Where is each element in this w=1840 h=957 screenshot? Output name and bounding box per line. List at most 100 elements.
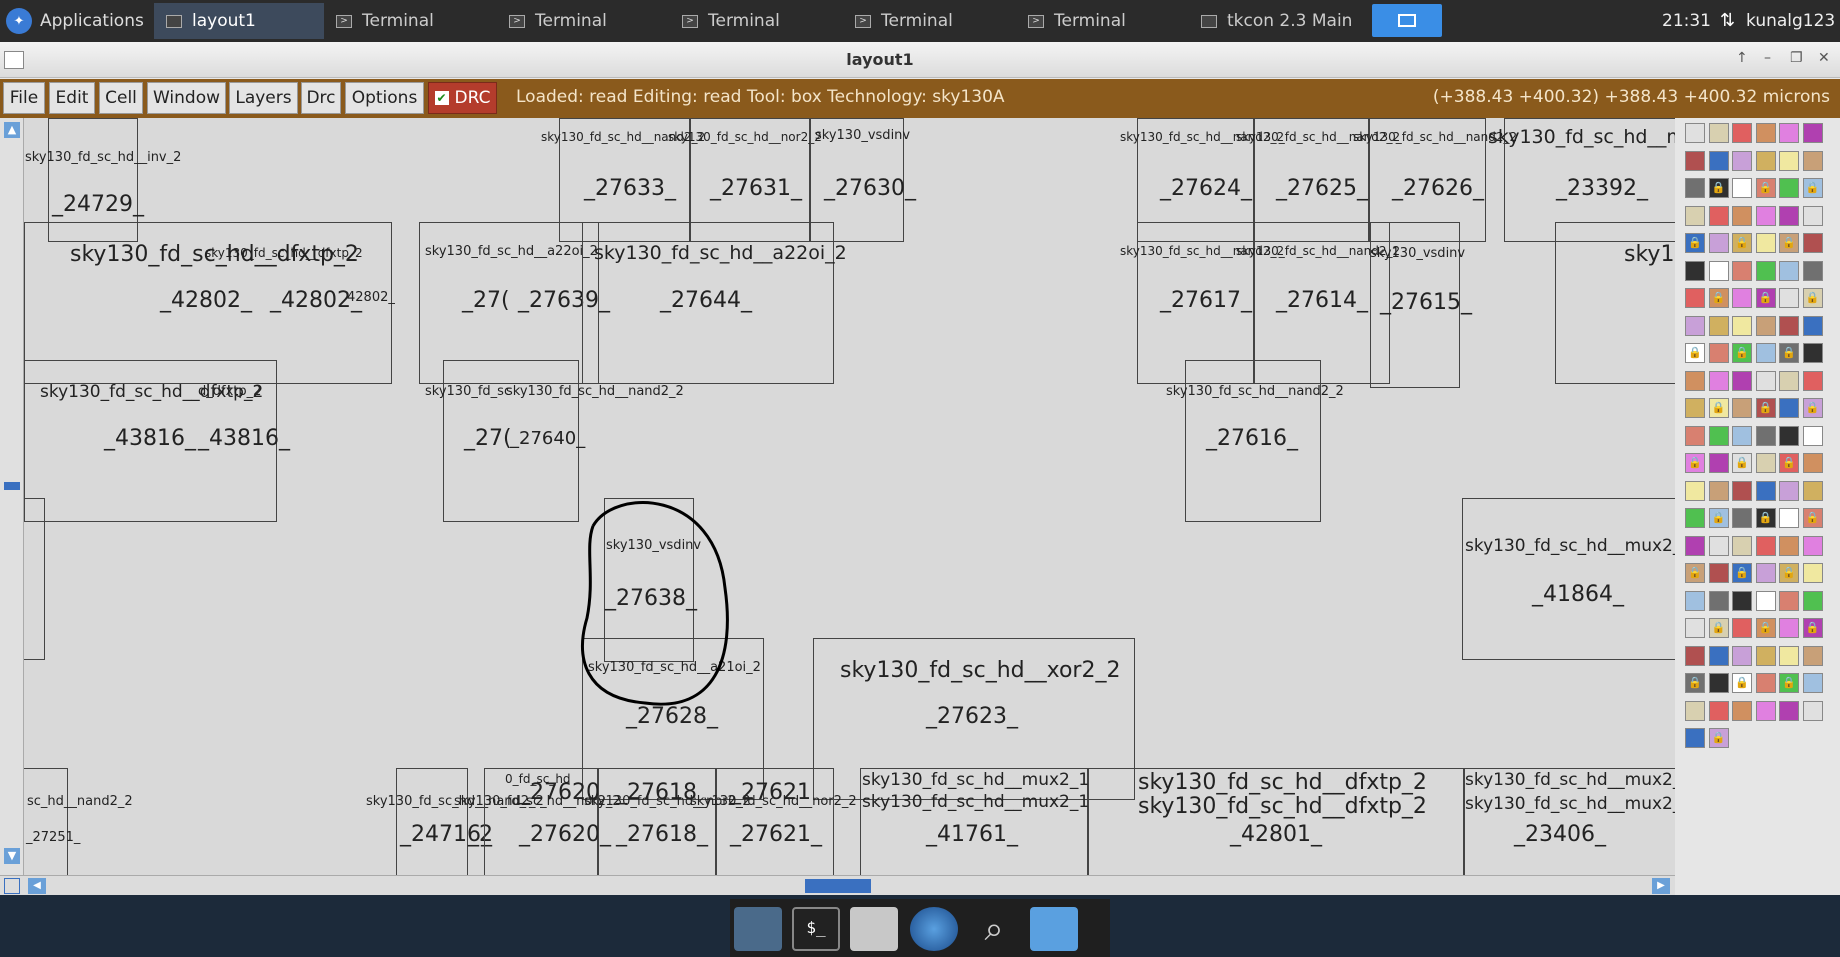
lock-icon[interactable]: 🔒	[1755, 288, 1776, 308]
lock-icon[interactable]: 🔒	[1708, 728, 1729, 748]
lock-icon[interactable]: 🔒	[1732, 233, 1752, 253]
layer-swatch[interactable]	[1779, 123, 1799, 143]
lock-icon[interactable]: 🔒	[1802, 398, 1823, 418]
layer-swatch[interactable]	[1708, 590, 1729, 611]
layer-swatch[interactable]	[1685, 123, 1705, 143]
layer-swatch[interactable]	[1708, 315, 1729, 336]
lock-icon[interactable]: 🔒	[1732, 453, 1752, 473]
lock-icon[interactable]: 🔒	[1779, 343, 1799, 363]
layer-swatch[interactable]	[1755, 315, 1776, 336]
layer-swatch[interactable]	[1732, 205, 1752, 226]
layer-swatch[interactable]	[1685, 398, 1705, 418]
lock-icon[interactable]: 🔒	[1685, 673, 1705, 693]
layer-swatch[interactable]	[1685, 315, 1705, 336]
layer-swatch[interactable]	[1755, 590, 1776, 611]
layer-swatch[interactable]	[1685, 645, 1705, 666]
lock-icon[interactable]: 🔒	[1755, 618, 1776, 638]
maximize-icon[interactable]: ❐	[1790, 50, 1803, 66]
menu-edit[interactable]: Edit	[49, 82, 95, 114]
layer-swatch[interactable]	[1779, 508, 1799, 528]
layer-swatch[interactable]	[1708, 260, 1729, 281]
layer-swatch[interactable]	[1685, 150, 1705, 171]
layer-swatch[interactable]	[1708, 645, 1729, 666]
layer-swatch[interactable]	[1802, 590, 1823, 611]
menu-window[interactable]: Window	[147, 82, 226, 114]
close-icon[interactable]: ✕	[1818, 50, 1830, 66]
layer-swatch[interactable]	[1708, 425, 1729, 446]
menu-drc[interactable]: Drc	[301, 82, 341, 114]
lock-icon[interactable]: 🔒	[1708, 398, 1729, 418]
cell-41864[interactable]	[1462, 498, 1675, 660]
layer-swatch[interactable]	[1685, 425, 1705, 446]
layer-swatch[interactable]	[1802, 700, 1823, 721]
layer-swatch[interactable]	[1755, 260, 1776, 281]
task-terminal-5[interactable]: > Terminal	[1016, 3, 1188, 39]
layer-swatch[interactable]	[1685, 535, 1705, 556]
layer-swatch[interactable]	[1779, 700, 1799, 721]
task-terminal-3[interactable]: > Terminal	[670, 3, 842, 39]
layer-swatch[interactable]	[1732, 315, 1752, 336]
minimize-icon[interactable]: –	[1764, 50, 1771, 66]
lock-icon[interactable]: 🔒	[1802, 178, 1823, 198]
menu-options[interactable]: Options	[345, 82, 424, 114]
layer-swatch[interactable]	[1779, 370, 1799, 391]
browser-icon[interactable]	[910, 907, 958, 951]
layer-swatch[interactable]	[1708, 150, 1729, 171]
layer-swatch[interactable]	[1708, 205, 1729, 226]
vertical-scrollbar[interactable]: ▲ ▼	[0, 118, 24, 875]
cell-left-cut[interactable]	[24, 498, 45, 660]
task-tkcon[interactable]: tkcon 2.3 Main	[1189, 3, 1369, 39]
layer-swatch[interactable]	[1755, 343, 1776, 363]
lock-icon[interactable]: 🔒	[1708, 288, 1729, 308]
lock-icon[interactable]: 🔒	[1779, 233, 1799, 253]
layer-swatch[interactable]	[1779, 315, 1799, 336]
layer-swatch[interactable]	[1685, 178, 1705, 198]
layer-swatch[interactable]	[1779, 398, 1799, 418]
show-desktop-button[interactable]	[1372, 4, 1442, 37]
task-terminal-4[interactable]: > Terminal	[843, 3, 1015, 39]
layer-swatch[interactable]	[1802, 535, 1823, 556]
lock-icon[interactable]: 🔒	[1755, 508, 1776, 528]
layer-swatch[interactable]	[1802, 673, 1823, 693]
files-icon[interactable]	[1030, 907, 1078, 951]
task-terminal-1[interactable]: > Terminal	[324, 3, 496, 39]
network-icon[interactable]: ⇅	[1720, 10, 1735, 31]
lock-icon[interactable]: 🔒	[1732, 563, 1752, 583]
layer-swatch[interactable]	[1755, 535, 1776, 556]
scroll-right-icon[interactable]: ▶	[1652, 878, 1670, 894]
scroll-down-icon[interactable]: ▼	[4, 848, 20, 864]
layer-swatch[interactable]	[1685, 480, 1705, 501]
layer-swatch[interactable]	[1779, 150, 1799, 171]
layer-swatch[interactable]	[1685, 370, 1705, 391]
layer-swatch[interactable]	[1802, 480, 1823, 501]
layer-swatch[interactable]	[1779, 645, 1799, 666]
layer-swatch[interactable]	[1708, 453, 1729, 473]
layer-swatch[interactable]	[1779, 480, 1799, 501]
layer-swatch[interactable]	[1802, 645, 1823, 666]
layer-swatch[interactable]	[1802, 563, 1823, 583]
layer-swatch[interactable]	[1732, 178, 1752, 198]
lock-icon[interactable]: 🔒	[1755, 398, 1776, 418]
task-terminal-2[interactable]: > Terminal	[497, 3, 669, 39]
layer-swatch[interactable]	[1755, 453, 1776, 473]
lock-icon[interactable]: 🔒	[1802, 618, 1823, 638]
layer-swatch[interactable]	[1732, 590, 1752, 611]
layer-swatch[interactable]	[1685, 288, 1705, 308]
lock-icon[interactable]: 🔒	[1685, 563, 1705, 583]
drc-toggle[interactable]: ✔ DRC	[428, 82, 497, 114]
layer-swatch[interactable]	[1755, 425, 1776, 446]
layer-swatch[interactable]	[1755, 233, 1776, 253]
layer-swatch[interactable]	[1779, 618, 1799, 638]
layer-swatch[interactable]	[1708, 123, 1729, 143]
layer-swatch[interactable]	[1802, 425, 1823, 446]
layer-swatch[interactable]	[1732, 260, 1752, 281]
horizontal-scrollbar[interactable]: ◀ ▶	[0, 875, 1675, 895]
layer-swatch[interactable]	[1732, 425, 1752, 446]
vertical-scroll-thumb[interactable]	[4, 482, 20, 490]
layer-swatch[interactable]	[1802, 233, 1823, 253]
layer-swatch[interactable]	[1779, 425, 1799, 446]
lock-icon[interactable]: 🔒	[1685, 233, 1705, 253]
scroll-up-icon[interactable]: ▲	[4, 122, 20, 138]
lock-icon[interactable]: 🔒	[1732, 343, 1752, 363]
layer-swatch[interactable]	[1708, 563, 1729, 583]
